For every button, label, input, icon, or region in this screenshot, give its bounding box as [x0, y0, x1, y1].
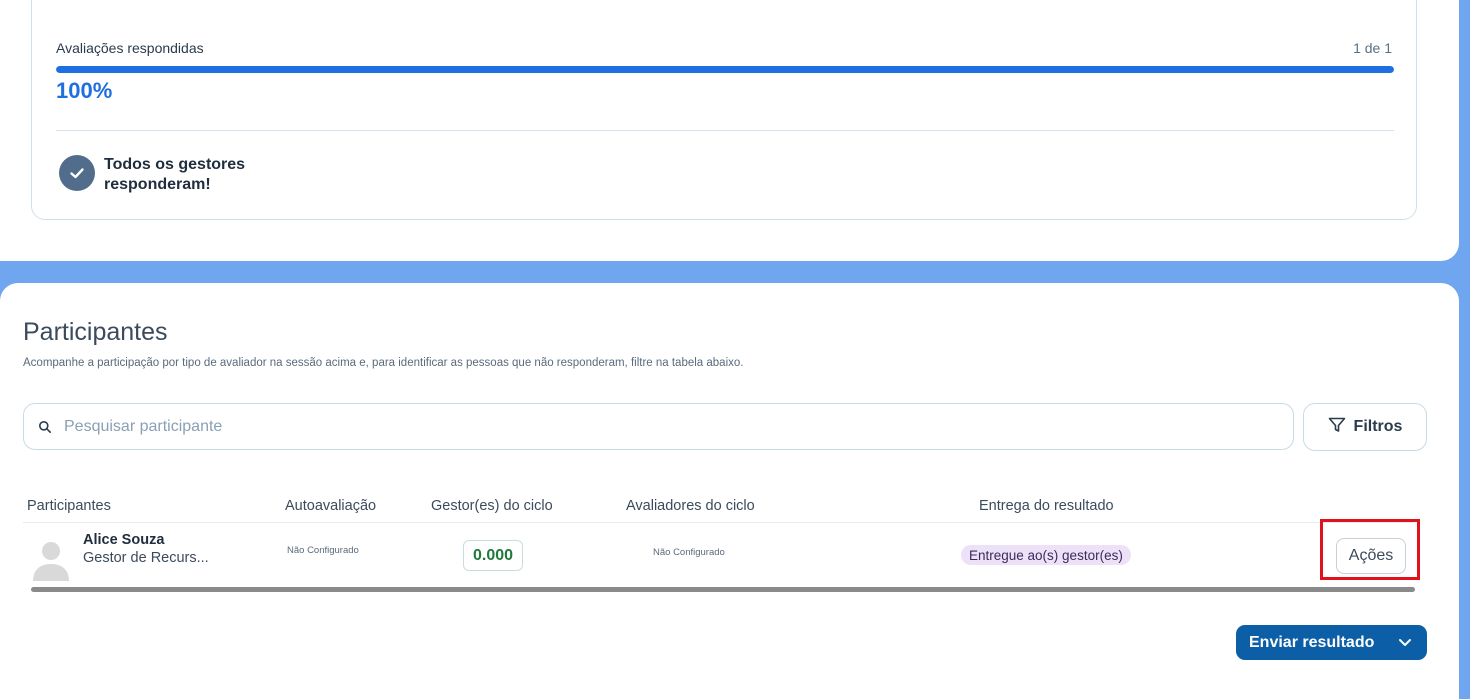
send-result-label: Enviar resultado — [1249, 633, 1375, 651]
avatar-icon — [32, 539, 70, 581]
column-header-managers: Gestor(es) do ciclo — [431, 498, 553, 514]
progress-bar-fill — [56, 66, 1394, 73]
cycle-evaluators-status: Não Configurado — [653, 547, 725, 558]
delivery-status-badge: Entregue ao(s) gestor(es) — [961, 545, 1131, 565]
check-icon — [59, 155, 95, 191]
progress-panel: Avaliações respondidas 1 de 1 100% Todos… — [0, 0, 1459, 261]
column-header-delivery: Entrega do resultado — [979, 498, 1114, 514]
send-result-button[interactable]: Enviar resultado — [1236, 625, 1427, 660]
filter-label: Filtros — [1353, 418, 1403, 435]
section-description: Acompanhe a participação por tipo de ava… — [23, 357, 744, 369]
filter-icon — [1328, 417, 1346, 438]
manager-score: 0.000 — [463, 540, 523, 571]
column-header-participants: Participantes — [27, 498, 111, 514]
progress-card: Avaliações respondidas 1 de 1 100% Todos… — [31, 0, 1417, 220]
progress-bar — [56, 66, 1394, 73]
column-header-cycle-evaluators: Avaliadores do ciclo — [626, 498, 755, 514]
actions-button[interactable]: Ações — [1336, 538, 1406, 574]
horizontal-scrollbar[interactable] — [31, 587, 1415, 592]
table-divider — [23, 522, 1414, 523]
progress-percent: 100% — [56, 78, 113, 103]
search-icon — [38, 420, 52, 434]
participant-role: Gestor de Recurs... — [83, 550, 209, 566]
chevron-down-icon[interactable] — [1383, 638, 1427, 647]
progress-count: 1 de 1 — [1353, 40, 1392, 56]
completion-message: Todos os gestores responderam! — [104, 156, 246, 193]
divider — [56, 130, 1394, 131]
participants-panel: Participantes Acompanhe a participação p… — [0, 283, 1459, 699]
filter-button[interactable]: Filtros — [1303, 403, 1427, 451]
progress-title: Avaliações respondidas — [56, 40, 204, 56]
search-box[interactable] — [23, 403, 1294, 450]
participant-name: Alice Souza — [83, 532, 165, 548]
self-eval-status: Não Configurado — [287, 545, 359, 556]
column-header-self-eval: Autoavaliação — [285, 498, 377, 514]
search-input[interactable] — [62, 416, 1293, 437]
section-title: Participantes — [23, 318, 168, 346]
